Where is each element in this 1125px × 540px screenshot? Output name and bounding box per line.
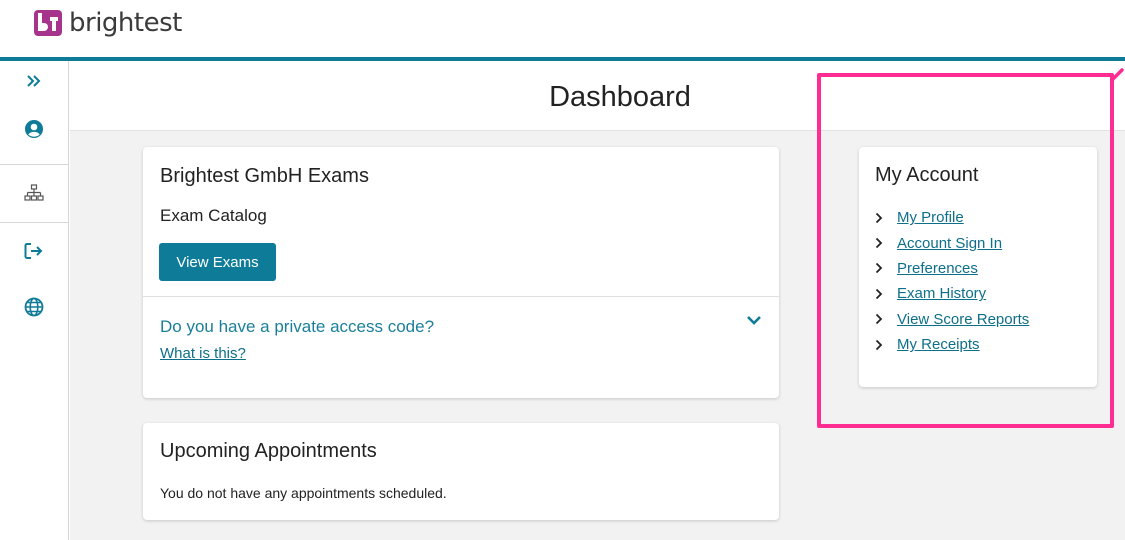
preferences-link[interactable]: Preferences — [897, 260, 978, 277]
brightest-logo-icon — [34, 10, 62, 36]
access-code-expand-toggle[interactable] — [746, 313, 766, 333]
globe-icon — [24, 297, 44, 317]
chevron-right-icon — [875, 339, 883, 350]
user-circle-icon — [25, 120, 43, 138]
appointments-card: Upcoming Appointments You do not have an… — [143, 423, 779, 520]
chevron-right-icon — [875, 288, 883, 299]
what-is-this-link[interactable]: What is this? — [160, 345, 246, 362]
account-link-item[interactable]: View Score Reports — [875, 307, 1029, 332]
my-account-card: My Account My Profile Account Sign In Pr… — [859, 147, 1097, 387]
view-exams-button[interactable]: View Exams — [159, 243, 276, 281]
top-bar: brightest — [0, 0, 1125, 57]
chevron-down-icon — [747, 316, 761, 325]
sitemap-icon — [24, 184, 44, 201]
sign-out-icon — [24, 243, 43, 259]
my-profile-link[interactable]: My Profile — [897, 209, 964, 226]
access-code-question[interactable]: Do you have a private access code? — [160, 317, 434, 337]
page-title: Dashboard — [549, 81, 691, 113]
sidebar-profile-button[interactable] — [0, 111, 68, 147]
exams-card: Brightest GmbH Exams Exam Catalog View E… — [143, 147, 779, 398]
sidebar — [0, 61, 69, 540]
account-link-item[interactable]: My Profile — [875, 205, 1029, 230]
chevron-right-icon — [875, 237, 883, 249]
exams-card-title: Brightest GmbH Exams — [160, 165, 369, 187]
chevron-right-icon — [875, 263, 883, 274]
account-link-item[interactable]: Preferences — [875, 256, 1029, 281]
no-appointments-message: You do not have any appointments schedul… — [160, 485, 447, 501]
page-header: Dashboard — [70, 61, 1125, 131]
sidebar-divider — [0, 222, 68, 223]
view-score-reports-link[interactable]: View Score Reports — [897, 311, 1029, 328]
exam-catalog-label: Exam Catalog — [160, 206, 267, 225]
my-receipts-link[interactable]: My Receipts — [897, 336, 980, 353]
sidebar-language-button[interactable] — [0, 289, 68, 325]
brand-logo[interactable]: brightest — [34, 8, 182, 38]
exam-history-link[interactable]: Exam History — [897, 285, 986, 302]
main-content: Dashboard Brightest GmbH Exams Exam Cata… — [70, 61, 1125, 540]
chevron-right-icon — [875, 212, 883, 223]
account-sign-in-link[interactable]: Account Sign In — [897, 235, 1002, 252]
brand-name: brightest — [69, 8, 182, 38]
sidebar-divider — [0, 164, 68, 165]
appointments-card-title: Upcoming Appointments — [160, 440, 377, 462]
account-link-item[interactable]: My Receipts — [875, 332, 1029, 357]
sidebar-sign-out-button[interactable] — [0, 233, 68, 269]
card-divider — [143, 296, 779, 297]
account-links-list: My Profile Account Sign In Preferences E… — [875, 205, 1029, 357]
chevron-double-right-icon — [27, 75, 41, 87]
account-link-item[interactable]: Exam History — [875, 281, 1029, 306]
chevron-right-icon — [875, 314, 883, 325]
account-link-item[interactable]: Account Sign In — [875, 230, 1029, 255]
sidebar-expand-button[interactable] — [0, 63, 68, 99]
sidebar-sitemap-button[interactable] — [0, 175, 68, 211]
my-account-title: My Account — [875, 164, 979, 186]
